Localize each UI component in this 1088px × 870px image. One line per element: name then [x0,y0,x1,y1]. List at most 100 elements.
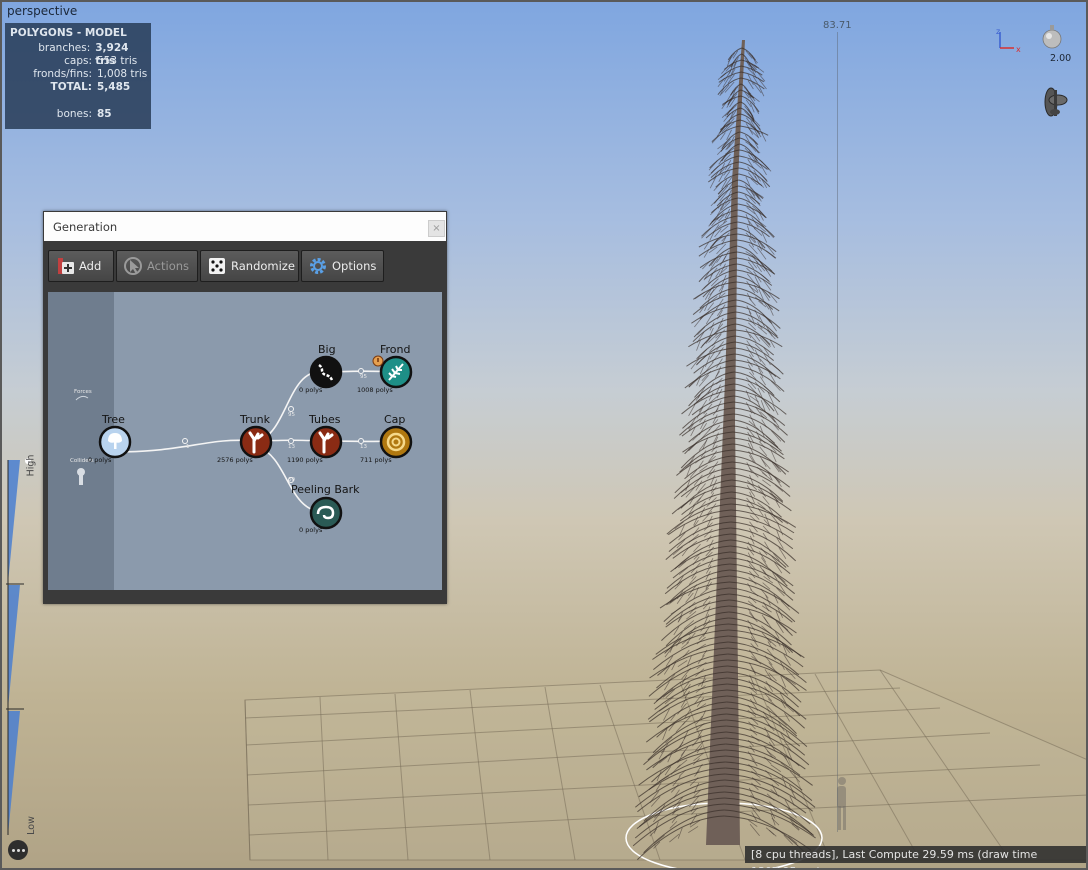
tree-branch [729,599,793,637]
add-button[interactable]: Add [48,250,114,282]
tree-twig [763,617,772,629]
stat-row-total: TOTAL: 5,485 [50,81,131,93]
tree-twig [746,305,752,315]
tree-twig [693,474,703,486]
status-bar: [8 cpu threads], Last Compute 29.59 ms (… [745,846,1088,870]
lod-slider[interactable] [6,455,32,840]
tree-twig [759,173,767,181]
3d-viewport[interactable]: perspective POLYGONS - MODEL branches: 3,… [0,0,1088,870]
generation-titlebar[interactable]: Generation × [44,212,446,241]
tree-twig [694,315,704,328]
tree-node[interactable] [98,425,132,459]
tree-twig [759,446,768,457]
camera-zoom-icon[interactable] [1040,24,1064,50]
tree-twig [757,247,767,260]
tree-twig [747,437,754,449]
cursor-actions-icon [124,257,142,275]
tree-twig [762,278,772,291]
tree-twig [747,583,753,591]
tree-branch [734,359,781,380]
ground-grid [244,669,1088,861]
tree-twig [753,105,760,115]
tree-twig [711,135,720,144]
node-label-peeling-bark: Peeling Bark [291,483,360,496]
options-button[interactable]: Options [301,250,384,282]
tree-twig [770,363,781,372]
stat-row-fronds: fronds/fins: 1,008 tris [33,68,148,80]
stat-row-bones: bones: 85 [56,108,112,120]
lod-low-label: Low [25,816,37,835]
tree-twig [710,278,719,287]
tree-twig [716,145,727,156]
collider-icon [77,468,85,485]
view-label: perspective [7,4,78,18]
tree-branch [730,527,797,562]
polys-frond: 1008 polys [357,386,393,394]
camera-scale-readout: 2.00 [1050,53,1072,64]
tree-twig [688,378,699,388]
tree-branch [729,593,793,623]
tree-twig [713,181,723,192]
tree-twig [774,484,784,492]
tree-twig [694,291,705,300]
close-button[interactable]: × [428,220,445,237]
tree-twig [681,641,690,649]
more-options-button[interactable] [8,840,28,860]
tree-twig [754,381,765,393]
polys-tubes: 1190 polys [287,456,323,464]
height-scale-line [837,32,838,832]
tree-branch [734,341,774,361]
actions-button[interactable]: Actions [116,250,198,282]
tree-twig [745,214,751,226]
polygon-stats-header: POLYGONS - MODEL [10,27,127,39]
frond-node[interactable] [379,355,413,389]
tree-twig [721,100,728,110]
tree-twig [705,336,712,344]
tubes-node[interactable] [309,425,343,459]
randomize-button[interactable]: Randomize [200,250,299,282]
edge-count-big-frond: 95 [360,374,367,380]
stat-row-branches: branches: 3,924 tris [38,42,129,67]
polys-peeling-bark: 0 polys [299,526,323,534]
tree-twig [745,328,752,339]
tree-twig [757,326,768,335]
lod-high-label: High [25,454,37,477]
generation-graph[interactable]: Forces Colliders 1 95 95 13 13 60 Tree 0… [48,292,442,590]
tree-twig [692,432,701,441]
height-readout: 83.71 [823,20,852,31]
dot-icon [22,849,25,852]
cap-node[interactable] [379,425,413,459]
polygon-stats-panel: POLYGONS - MODEL branches: 3,924 tris cap… [5,23,151,129]
wind-fan-icon[interactable] [1038,82,1072,122]
polys-trunk: 2576 polys [217,456,253,464]
tree-twig [672,546,683,556]
tree-twig [770,380,781,392]
add-node-icon [58,258,74,274]
generation-panel[interactable]: Generation × Add Actions Randomize Optio… [43,211,447,604]
big-node[interactable] [309,355,343,389]
polys-big: 0 polys [299,386,323,394]
tree-twig [692,497,701,506]
tree-twig [716,203,725,216]
axis-z-label: z [996,27,1000,36]
axis-gizmo[interactable]: z x [990,26,1030,56]
tree-twig [754,198,761,207]
lod-slider-track[interactable] [6,455,32,840]
tree-twig [704,355,711,368]
tree-twig [721,109,731,119]
tree-twig [759,551,767,563]
tree-twig [717,317,724,329]
tree-twig [677,502,688,511]
gear-icon [310,258,326,274]
dot-icon [17,849,20,852]
tree-twig [710,206,719,216]
tree-twig [703,281,711,289]
dot-icon [12,849,15,852]
peeling-bark-node[interactable] [309,496,343,530]
trunk-node[interactable] [239,425,273,459]
edge-count-trunk-tubes: 13 [288,444,295,450]
tree-branch [737,233,777,253]
tree-twig [693,543,701,552]
tree-twig [677,660,688,668]
tree-twig [708,395,719,404]
